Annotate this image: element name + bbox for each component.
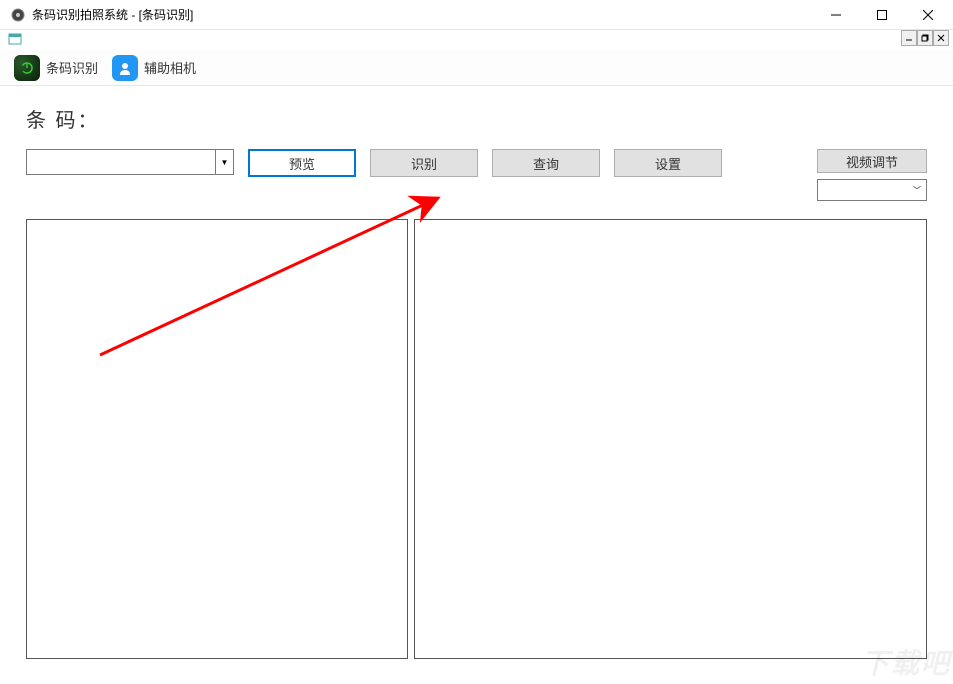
- panels-row: [26, 219, 927, 659]
- main-toolbar: 条码识别 辅助相机: [0, 50, 953, 86]
- button-label: 识别: [411, 154, 437, 173]
- mdi-bar: [0, 30, 953, 50]
- barcode-combobox[interactable]: ▼: [26, 149, 234, 175]
- close-button[interactable]: [905, 0, 951, 29]
- recognize-button[interactable]: 识别: [370, 149, 478, 177]
- toolbar-item-label: 条码识别: [46, 58, 98, 77]
- section-label-barcode: 条 码：: [26, 104, 927, 133]
- mdi-controls: [901, 30, 949, 46]
- mdi-close-button[interactable]: [933, 30, 949, 46]
- video-select[interactable]: ﹀: [817, 179, 927, 201]
- window-controls: [813, 0, 951, 29]
- button-label: 设置: [655, 154, 681, 173]
- right-column: 视频调节 ﹀: [817, 149, 927, 201]
- preview-button[interactable]: 预览: [248, 149, 356, 177]
- button-label: 预览: [289, 154, 315, 173]
- window-title: 条码识别拍照系统 - [条码识别]: [32, 6, 813, 23]
- person-icon: [112, 55, 138, 81]
- button-label: 查询: [533, 154, 559, 173]
- content-area: 条 码： ▼ 预览 识别 查询 设置 视频调节 ﹀: [0, 86, 953, 669]
- barcode-input[interactable]: [27, 150, 215, 174]
- mdi-minimize-button[interactable]: [901, 30, 917, 46]
- toolbar-item-label: 辅助相机: [144, 58, 196, 77]
- mdi-restore-button[interactable]: [917, 30, 933, 46]
- settings-button[interactable]: 设置: [614, 149, 722, 177]
- video-adjust-button[interactable]: 视频调节: [817, 149, 927, 173]
- toolbar-item-camera[interactable]: 辅助相机: [108, 53, 200, 83]
- controls-row: ▼ 预览 识别 查询 设置 视频调节 ﹀: [26, 149, 927, 201]
- button-label: 视频调节: [846, 152, 898, 171]
- chevron-down-icon[interactable]: ▼: [215, 150, 233, 174]
- right-panel: [414, 219, 927, 659]
- maximize-button[interactable]: [859, 0, 905, 29]
- left-panel: [26, 219, 408, 659]
- minimize-button[interactable]: [813, 0, 859, 29]
- power-icon: [14, 55, 40, 81]
- window-titlebar: 条码识别拍照系统 - [条码识别]: [0, 0, 953, 30]
- query-button[interactable]: 查询: [492, 149, 600, 177]
- toolbar-item-barcode[interactable]: 条码识别: [10, 53, 102, 83]
- select-value: [818, 180, 908, 200]
- app-icon: [10, 7, 26, 23]
- mdi-doc-icon: [8, 32, 24, 48]
- chevron-down-icon[interactable]: ﹀: [908, 180, 926, 200]
